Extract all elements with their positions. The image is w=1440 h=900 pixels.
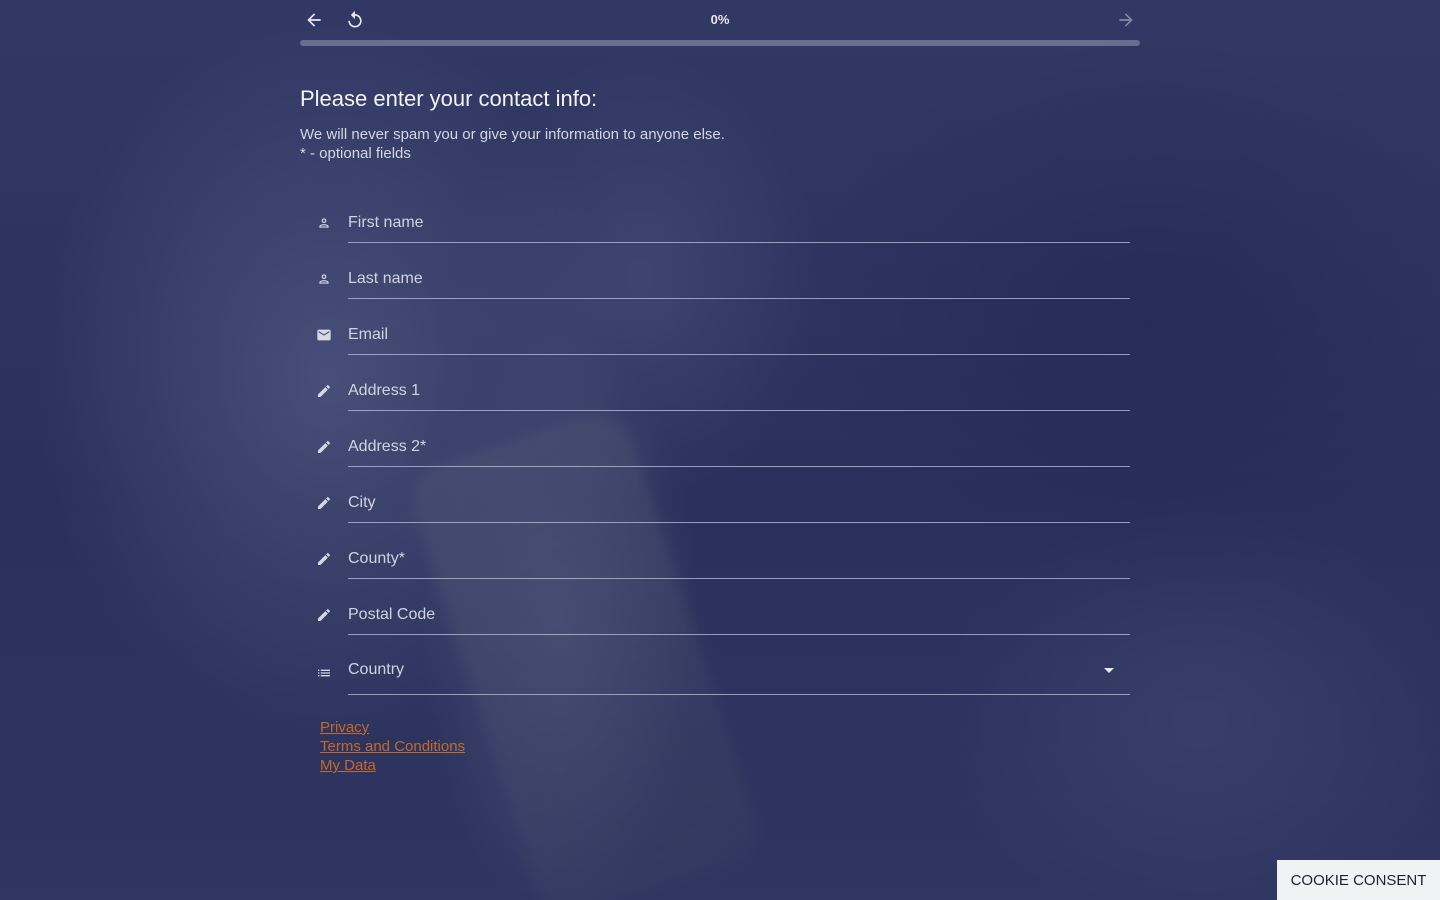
privacy-link[interactable]: Privacy [320, 718, 465, 737]
country-field: Country [314, 650, 1130, 695]
address1-field [314, 371, 1130, 411]
email-input[interactable] [348, 315, 1130, 355]
form-container: 0% Please enter your contact info: We wi… [300, 0, 1140, 774]
pencil-icon [314, 493, 334, 513]
first-name-input[interactable] [348, 203, 1130, 243]
cookie-consent-button[interactable]: COOKIE CONSENT [1277, 860, 1440, 900]
my-data-link[interactable]: My Data [320, 756, 465, 775]
postal-code-field [314, 595, 1130, 635]
terms-link[interactable]: Terms and Conditions [320, 737, 465, 756]
address1-input[interactable] [348, 371, 1130, 411]
person-icon [314, 213, 334, 233]
footer-links: Privacy Terms and Conditions My Data [320, 718, 465, 775]
first-name-field [314, 203, 1130, 243]
city-field [314, 483, 1130, 523]
arrow-right-icon [1119, 13, 1133, 27]
form-subtitle: We will never spam you or give your info… [300, 125, 725, 163]
address2-input[interactable] [348, 427, 1130, 467]
country-select[interactable]: Country [348, 650, 1130, 695]
top-navigation: 0% [300, 0, 1140, 46]
chevron-down-icon [1104, 668, 1114, 673]
address2-field [314, 427, 1130, 467]
email-field [314, 315, 1130, 355]
person-icon [314, 269, 334, 289]
last-name-input[interactable] [348, 259, 1130, 299]
list-icon [314, 663, 334, 683]
page-title: Please enter your contact info: [300, 86, 598, 111]
optional-fields-note: * - optional fields [300, 145, 411, 162]
next-button[interactable] [1114, 8, 1138, 32]
last-name-field [314, 259, 1130, 299]
progress-percentage: 0% [710, 12, 730, 27]
county-input[interactable] [348, 539, 1130, 579]
postal-code-input[interactable] [348, 595, 1130, 635]
pencil-icon [314, 605, 334, 625]
city-input[interactable] [348, 483, 1130, 523]
pencil-icon [314, 549, 334, 569]
mail-icon [314, 325, 334, 345]
pencil-icon [314, 381, 334, 401]
progress-bar [300, 40, 1140, 46]
country-select-label: Country [348, 661, 405, 678]
pencil-icon [314, 437, 334, 457]
privacy-note: We will never spam you or give your info… [300, 126, 725, 143]
county-field [314, 539, 1130, 579]
